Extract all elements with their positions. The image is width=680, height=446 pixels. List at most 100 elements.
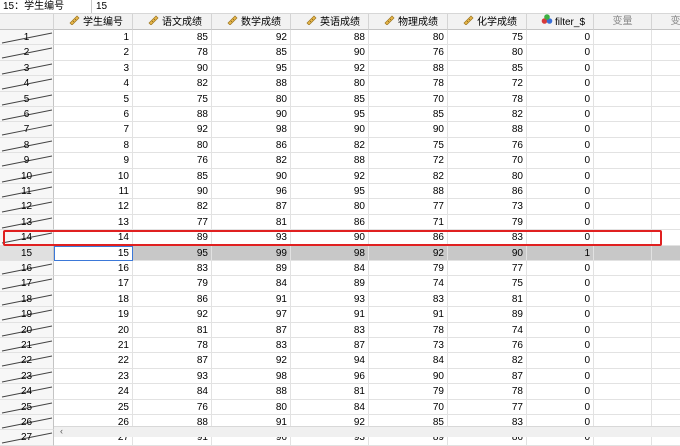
row-header[interactable]: 27 bbox=[0, 430, 54, 445]
data-cell[interactable]: 84 bbox=[212, 276, 291, 291]
data-cell[interactable]: 0 bbox=[527, 61, 594, 76]
data-cell[interactable]: 92 bbox=[133, 122, 212, 137]
data-cell[interactable]: 76 bbox=[133, 400, 212, 415]
data-cell[interactable]: 92 bbox=[212, 30, 291, 45]
empty-cell[interactable] bbox=[594, 369, 652, 384]
data-cell[interactable]: 1 bbox=[54, 30, 133, 45]
data-cell[interactable]: 76 bbox=[369, 45, 448, 60]
empty-cell[interactable] bbox=[594, 122, 652, 137]
data-cell[interactable]: 84 bbox=[133, 384, 212, 399]
data-cell[interactable]: 10 bbox=[54, 169, 133, 184]
empty-cell[interactable] bbox=[652, 323, 680, 338]
data-cell[interactable]: 22 bbox=[54, 353, 133, 368]
data-cell[interactable]: 21 bbox=[54, 338, 133, 353]
data-cell[interactable]: 85 bbox=[212, 45, 291, 60]
data-cell[interactable]: 12 bbox=[54, 199, 133, 214]
empty-cell[interactable] bbox=[652, 307, 680, 322]
data-cell[interactable]: 88 bbox=[291, 153, 369, 168]
empty-cell[interactable] bbox=[652, 153, 680, 168]
data-cell[interactable]: 84 bbox=[291, 261, 369, 276]
empty-cell[interactable] bbox=[652, 384, 680, 399]
data-cell[interactable]: 89 bbox=[133, 230, 212, 245]
empty-cell[interactable] bbox=[652, 276, 680, 291]
data-cell[interactable]: 90 bbox=[212, 107, 291, 122]
table-row[interactable]: 181886919383810 bbox=[0, 292, 680, 307]
data-cell[interactable]: 84 bbox=[291, 400, 369, 415]
empty-cell[interactable] bbox=[652, 61, 680, 76]
data-cell[interactable]: 0 bbox=[527, 215, 594, 230]
data-cell[interactable]: 88 bbox=[212, 76, 291, 91]
data-cell[interactable]: 91 bbox=[369, 307, 448, 322]
data-cell[interactable]: 83 bbox=[291, 323, 369, 338]
data-cell[interactable]: 83 bbox=[133, 261, 212, 276]
column-header-8[interactable]: 变量 bbox=[594, 14, 652, 30]
data-cell[interactable]: 87 bbox=[133, 353, 212, 368]
data-cell[interactable]: 85 bbox=[291, 92, 369, 107]
empty-cell[interactable] bbox=[594, 92, 652, 107]
data-cell[interactable]: 77 bbox=[369, 199, 448, 214]
data-cell[interactable]: 88 bbox=[369, 184, 448, 199]
table-row[interactable]: 7792989090880 bbox=[0, 122, 680, 137]
table-row[interactable]: 242484888179780 bbox=[0, 384, 680, 399]
table-row[interactable]: 191992979191890 bbox=[0, 307, 680, 322]
data-cell[interactable]: 87 bbox=[212, 199, 291, 214]
empty-cell[interactable] bbox=[652, 353, 680, 368]
table-row[interactable]: 202081878378740 bbox=[0, 323, 680, 338]
table-row[interactable]: 6688909585820 bbox=[0, 107, 680, 122]
data-cell[interactable]: 4 bbox=[54, 76, 133, 91]
data-cell[interactable]: 78 bbox=[133, 45, 212, 60]
data-cell[interactable]: 93 bbox=[212, 230, 291, 245]
row-header[interactable]: 6 bbox=[0, 107, 54, 122]
data-cell[interactable]: 73 bbox=[448, 199, 527, 214]
data-cell[interactable]: 86 bbox=[133, 292, 212, 307]
data-cell[interactable]: 90 bbox=[291, 122, 369, 137]
data-cell[interactable]: 90 bbox=[291, 45, 369, 60]
data-cell[interactable]: 85 bbox=[448, 61, 527, 76]
row-header[interactable]: 20 bbox=[0, 323, 54, 338]
header-corner[interactable] bbox=[0, 14, 54, 30]
data-cell[interactable]: 80 bbox=[369, 30, 448, 45]
data-cell[interactable]: 85 bbox=[133, 30, 212, 45]
data-cell[interactable]: 89 bbox=[448, 307, 527, 322]
empty-cell[interactable] bbox=[652, 215, 680, 230]
data-cell[interactable]: 86 bbox=[212, 138, 291, 153]
horizontal-scrollbar[interactable]: ‹ bbox=[54, 426, 680, 437]
row-header[interactable]: 23 bbox=[0, 369, 54, 384]
table-row[interactable]: 151595999892901 bbox=[0, 246, 680, 261]
data-cell[interactable]: 7 bbox=[54, 122, 133, 137]
data-cell[interactable]: 0 bbox=[527, 92, 594, 107]
data-cell[interactable]: 75 bbox=[448, 276, 527, 291]
data-cell[interactable]: 0 bbox=[527, 276, 594, 291]
table-row[interactable]: 161683898479770 bbox=[0, 261, 680, 276]
empty-cell[interactable] bbox=[652, 30, 680, 45]
data-cell[interactable]: 0 bbox=[527, 369, 594, 384]
data-cell[interactable]: 87 bbox=[448, 369, 527, 384]
table-row[interactable]: 3390959288850 bbox=[0, 61, 680, 76]
data-cell[interactable]: 74 bbox=[369, 276, 448, 291]
table-row[interactable]: 2278859076800 bbox=[0, 45, 680, 60]
empty-cell[interactable] bbox=[652, 400, 680, 415]
data-cell[interactable]: 5 bbox=[54, 92, 133, 107]
data-cell[interactable]: 90 bbox=[291, 230, 369, 245]
data-cell[interactable]: 88 bbox=[291, 30, 369, 45]
data-cell[interactable]: 92 bbox=[291, 61, 369, 76]
empty-cell[interactable] bbox=[652, 369, 680, 384]
row-header[interactable]: 24 bbox=[0, 384, 54, 399]
data-cell[interactable]: 83 bbox=[212, 338, 291, 353]
data-cell[interactable]: 99 bbox=[212, 246, 291, 261]
data-cell[interactable]: 0 bbox=[527, 400, 594, 415]
empty-cell[interactable] bbox=[652, 107, 680, 122]
data-cell[interactable]: 87 bbox=[291, 338, 369, 353]
data-cell[interactable]: 0 bbox=[527, 45, 594, 60]
data-cell[interactable]: 70 bbox=[369, 92, 448, 107]
empty-cell[interactable] bbox=[594, 184, 652, 199]
data-cell[interactable]: 96 bbox=[291, 369, 369, 384]
data-cell[interactable]: 82 bbox=[448, 107, 527, 122]
row-header[interactable]: 22 bbox=[0, 353, 54, 368]
data-cell[interactable]: 79 bbox=[448, 215, 527, 230]
data-cell[interactable]: 93 bbox=[133, 369, 212, 384]
column-header-3[interactable]: 数学成绩 bbox=[212, 14, 291, 30]
data-cell[interactable]: 95 bbox=[212, 61, 291, 76]
table-row[interactable]: 1185928880750 bbox=[0, 30, 680, 45]
data-cell[interactable]: 3 bbox=[54, 61, 133, 76]
